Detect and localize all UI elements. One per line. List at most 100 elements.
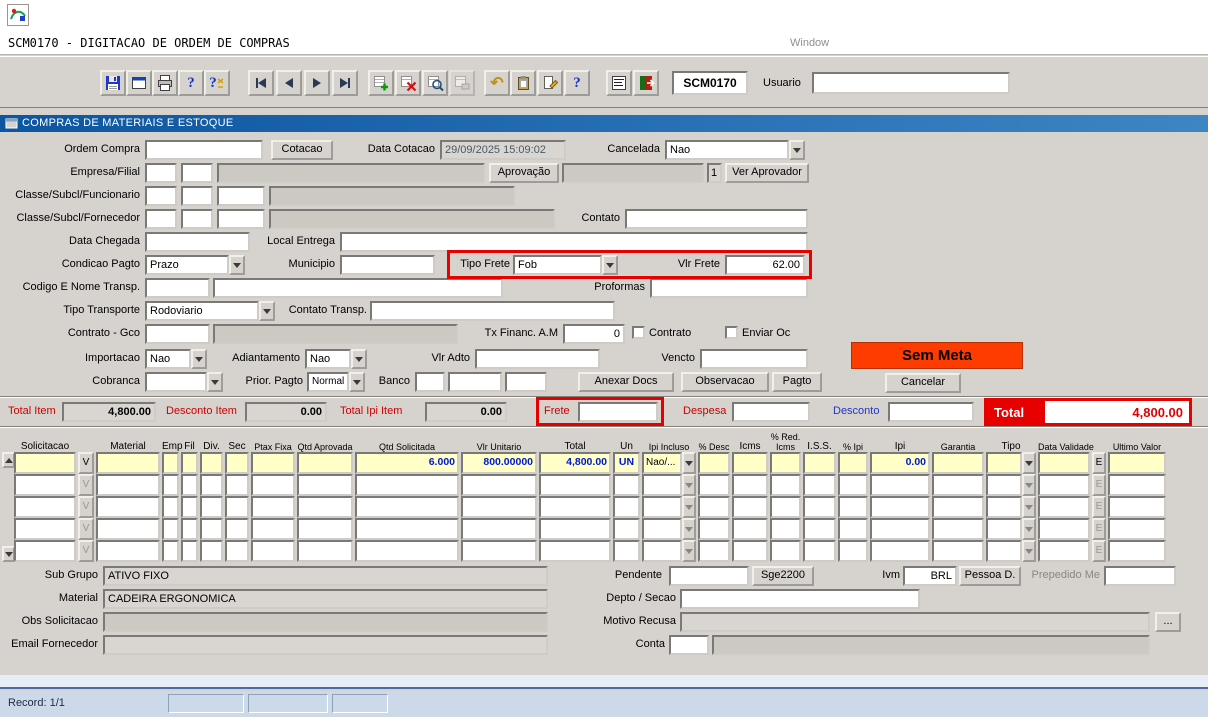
pct-desc-cell[interactable]: [698, 540, 730, 562]
emp-cell[interactable]: [162, 540, 179, 562]
un-cell[interactable]: [613, 540, 640, 562]
condicao-pagto-dropdown[interactable]: Prazo: [145, 255, 245, 275]
prior-pagto-value[interactable]: Normal: [307, 372, 349, 392]
enter-query-button[interactable]: [422, 70, 448, 96]
edit-record-button[interactable]: [537, 70, 563, 96]
vencto-input[interactable]: [700, 349, 808, 369]
solicitacao-cell[interactable]: [14, 496, 76, 518]
enviar-oc-checkbox[interactable]: [725, 326, 738, 339]
material-lookup-button[interactable]: V: [78, 518, 94, 540]
qtd-aprovada-cell[interactable]: [297, 518, 353, 540]
garantia-cell[interactable]: [932, 518, 984, 540]
contrato-gco-input[interactable]: [145, 324, 210, 344]
un-cell[interactable]: [613, 518, 640, 540]
context-help-button[interactable]: ?: [204, 70, 230, 96]
prior-pagto-dropdown[interactable]: Normal: [307, 372, 365, 392]
desconto-input[interactable]: [888, 402, 974, 422]
icms-cell[interactable]: [732, 540, 768, 562]
fil-cell[interactable]: [181, 540, 198, 562]
solicitacao-cell[interactable]: [14, 452, 76, 474]
ipi-incluso-dropdown[interactable]: [642, 496, 696, 518]
tipo-transporte-dropdown[interactable]: Rodoviario: [145, 301, 275, 321]
emp-cell[interactable]: [162, 474, 179, 496]
empresa-input[interactable]: [145, 163, 177, 183]
e-flag-button[interactable]: E: [1092, 496, 1106, 518]
ultimo-valor-cell[interactable]: [1108, 518, 1166, 540]
importacao-value[interactable]: Nao: [145, 349, 191, 369]
cancelada-value[interactable]: Nao: [665, 140, 789, 160]
total-cell[interactable]: [539, 496, 611, 518]
prepedido-me-input[interactable]: [1104, 566, 1176, 586]
tipo-transporte-value[interactable]: Rodoviario: [145, 301, 259, 321]
codigo-transp-input[interactable]: [145, 278, 210, 298]
importacao-dropdown[interactable]: Nao: [145, 349, 207, 369]
iss-cell[interactable]: [803, 518, 836, 540]
data-validade-cell[interactable]: [1038, 496, 1090, 518]
vlr-unitario-cell[interactable]: [461, 540, 537, 562]
fil-cell[interactable]: [181, 496, 198, 518]
ipi-incluso-dropdown[interactable]: [642, 474, 696, 496]
data-validade-cell[interactable]: [1038, 518, 1090, 540]
ordem-compra-input[interactable]: [145, 140, 263, 160]
banco-input-1[interactable]: [415, 372, 445, 392]
contrato-checkbox[interactable]: [632, 326, 645, 339]
material-lookup-button[interactable]: V: [78, 540, 94, 562]
ipi-incluso-value[interactable]: [642, 540, 682, 562]
condicao-pagto-value[interactable]: Prazo: [145, 255, 229, 275]
pct-red-icms-cell[interactable]: [770, 518, 801, 540]
help2-button[interactable]: ?: [564, 70, 590, 96]
vlr-unitario-cell[interactable]: [461, 518, 537, 540]
undo-button[interactable]: ↶: [484, 70, 510, 96]
vlr-unitario-cell[interactable]: 800.00000: [461, 452, 537, 474]
e-flag-button[interactable]: E: [1092, 518, 1106, 540]
cancelada-dropdown-arrow[interactable]: [789, 140, 805, 160]
tipo-dropdown[interactable]: [986, 518, 1036, 540]
cotacao-button[interactable]: Cotacao: [271, 140, 333, 160]
fil-cell[interactable]: [181, 474, 198, 496]
tipo-value[interactable]: [986, 518, 1022, 540]
pendente-input[interactable]: [669, 566, 749, 586]
ipi-cell[interactable]: 0.00: [870, 452, 930, 474]
vlr-adto-input[interactable]: [475, 349, 600, 369]
tipo-value[interactable]: [986, 452, 1022, 474]
pct-ipi-cell[interactable]: [838, 496, 868, 518]
local-entrega-input[interactable]: [340, 232, 808, 252]
div-cell[interactable]: [200, 474, 223, 496]
icms-cell[interactable]: [732, 518, 768, 540]
qtd-solicitada-cell[interactable]: [355, 518, 459, 540]
window-menu[interactable]: Window: [790, 37, 829, 49]
data-validade-cell[interactable]: [1038, 474, 1090, 496]
fil-cell[interactable]: [181, 518, 198, 540]
ipi-cell[interactable]: [870, 496, 930, 518]
ptax-fixa-cell[interactable]: [251, 474, 295, 496]
ipi-incluso-dropdown[interactable]: Nao/...: [642, 452, 696, 474]
pct-desc-cell[interactable]: [698, 452, 730, 474]
iss-cell[interactable]: [803, 496, 836, 518]
tipo-frete-value[interactable]: Fob: [513, 255, 602, 275]
ultimo-valor-cell[interactable]: [1108, 452, 1166, 474]
iss-cell[interactable]: [803, 452, 836, 474]
pct-ipi-cell[interactable]: [838, 474, 868, 496]
total-cell[interactable]: [539, 518, 611, 540]
emp-cell[interactable]: [162, 496, 179, 518]
material-cell[interactable]: [96, 452, 160, 474]
pessoa-d-button[interactable]: Pessoa D.: [959, 566, 1021, 586]
div-cell[interactable]: [200, 540, 223, 562]
ipi-cell[interactable]: [870, 540, 930, 562]
ipi-cell[interactable]: [870, 474, 930, 496]
ipi-incluso-value[interactable]: [642, 518, 682, 540]
total-cell[interactable]: [539, 540, 611, 562]
solicitacao-cell[interactable]: [14, 474, 76, 496]
pct-desc-cell[interactable]: [698, 496, 730, 518]
clipboard-button[interactable]: [510, 70, 536, 96]
nav-next-button[interactable]: [304, 70, 330, 96]
e-flag-button[interactable]: E: [1092, 540, 1106, 562]
classe-forn-input[interactable]: [145, 209, 177, 229]
icms-cell[interactable]: [732, 452, 768, 474]
conta-input[interactable]: [669, 635, 709, 655]
anexar-docs-button[interactable]: Anexar Docs: [578, 372, 674, 392]
insert-record-button[interactable]: [368, 70, 394, 96]
sec-cell[interactable]: [225, 540, 249, 562]
tipo-frete-dropdown[interactable]: Fob: [513, 255, 618, 275]
ptax-fixa-cell[interactable]: [251, 452, 295, 474]
